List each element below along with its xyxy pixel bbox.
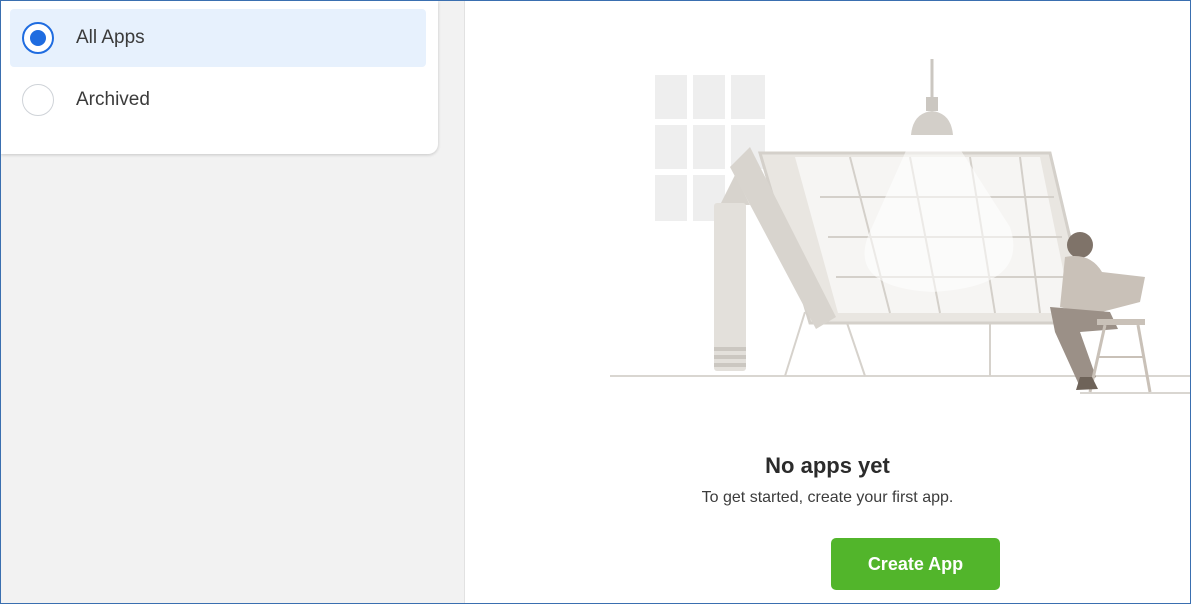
create-app-button[interactable]: Create App bbox=[831, 538, 1000, 590]
empty-state-title: No apps yet bbox=[765, 453, 890, 478]
filter-archived[interactable]: Archived bbox=[10, 71, 426, 129]
filter-card: All Apps Archived bbox=[1, 1, 438, 154]
filter-label-archived: Archived bbox=[76, 89, 150, 110]
drafting-table-illustration bbox=[610, 59, 1190, 394]
radio-dot bbox=[30, 30, 46, 46]
main-content: No apps yet To get started, create your … bbox=[465, 1, 1190, 603]
sidebar: All Apps Archived bbox=[1, 1, 465, 603]
radio-archived[interactable] bbox=[22, 84, 54, 116]
filter-all-apps[interactable]: All Apps bbox=[10, 9, 426, 67]
filter-label-all-apps: All Apps bbox=[76, 27, 145, 48]
app-window: All Apps Archived No apps yet To get sta… bbox=[0, 0, 1191, 604]
empty-state-subtitle: To get started, create your first app. bbox=[701, 489, 954, 506]
radio-all-apps[interactable] bbox=[22, 22, 54, 54]
